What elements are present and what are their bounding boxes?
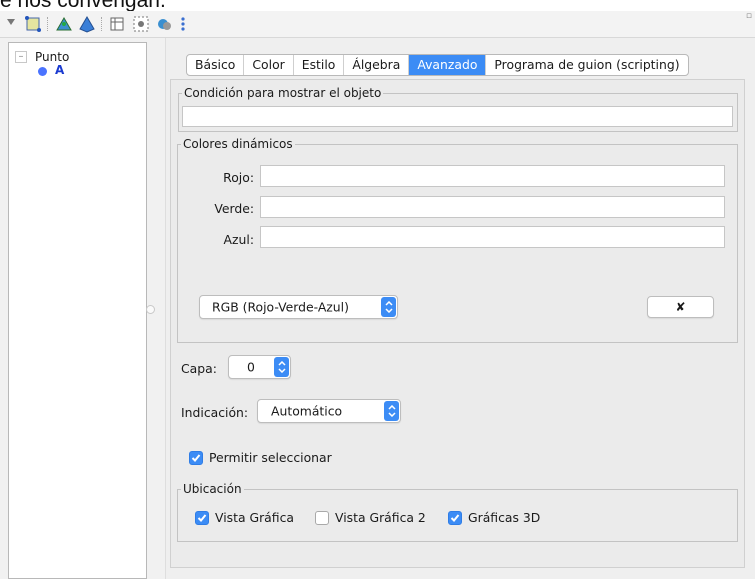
- point-capture-icon[interactable]: [132, 15, 150, 33]
- tree-group-label: Punto: [35, 50, 70, 64]
- red-input[interactable]: [260, 165, 725, 187]
- location-legend: Ubicación: [183, 482, 242, 496]
- layer-label: Capa:: [181, 361, 217, 376]
- tab-estilo[interactable]: Estilo: [294, 55, 345, 75]
- tab-scripting[interactable]: Programa de guion (scripting): [486, 55, 687, 75]
- tab-basico[interactable]: Básico: [187, 55, 245, 75]
- clear-x-icon: ✘: [675, 300, 686, 314]
- split-pane-handle[interactable]: [146, 305, 155, 314]
- checkmark-icon: [195, 510, 209, 525]
- expand-icon[interactable]: ▫: [746, 11, 752, 21]
- checkmark-icon: [189, 450, 203, 465]
- page-heading-fragment: e nos convengan.: [0, 0, 280, 11]
- blue-input[interactable]: [260, 226, 725, 248]
- tree-collapse-icon[interactable]: –: [15, 51, 27, 63]
- chevron-updown-icon: [381, 297, 396, 317]
- toolbar-separator: [101, 17, 103, 31]
- tab-algebra[interactable]: Álgebra: [344, 55, 410, 75]
- tree-item-label: A: [55, 63, 65, 77]
- polygon-tool-icon[interactable]: [55, 15, 73, 33]
- condition-input[interactable]: [182, 106, 733, 127]
- object-tree: – Punto A: [8, 42, 147, 579]
- more-options-icon[interactable]: [179, 15, 187, 33]
- allow-selection-label: Permitir seleccionar: [209, 450, 332, 465]
- style-tool-icon[interactable]: [155, 15, 173, 33]
- layer-value: 0: [247, 359, 255, 375]
- clear-colors-button[interactable]: ✘: [647, 296, 714, 318]
- panel-divider: [165, 38, 166, 579]
- toolbar-separator: [47, 17, 49, 31]
- dynamic-colors-legend: Colores dinámicos: [183, 137, 293, 151]
- allow-selection-checkbox[interactable]: Permitir seleccionar: [189, 450, 332, 465]
- tooltip-select[interactable]: Automático: [257, 399, 401, 423]
- graphics-view-2-label: Vista Gráfica 2: [335, 510, 426, 525]
- red-label: Rojo:: [223, 170, 254, 185]
- graphics-3d-checkbox[interactable]: Gráficas 3D: [448, 510, 540, 525]
- tooltip-value: Automático: [271, 403, 343, 419]
- chevron-updown-icon: [274, 357, 289, 377]
- green-input[interactable]: [260, 196, 725, 218]
- color-mode-value: RGB (Rojo-Verde-Azul): [212, 299, 349, 315]
- empty-checkbox-icon: [315, 510, 329, 525]
- tooltip-label: Indicación:: [181, 405, 249, 420]
- graphics-3d-label: Gráficas 3D: [468, 510, 541, 525]
- graphics-view-checkbox[interactable]: Vista Gráfica: [195, 510, 294, 525]
- toolbar: ▫: [0, 11, 755, 38]
- graphics-view-2-checkbox[interactable]: Vista Gráfica 2: [315, 510, 426, 525]
- layer-select[interactable]: 0: [228, 355, 291, 379]
- point-color-icon: [38, 67, 47, 76]
- green-label: Verde:: [214, 201, 254, 216]
- condition-legend: Condición para mostrar el objeto: [184, 86, 382, 100]
- properties-tabs: Básico Color Estilo Álgebra Avanzado Pro…: [186, 54, 689, 76]
- table-view-icon[interactable]: [108, 15, 126, 33]
- checkmark-icon: [448, 510, 462, 525]
- graphics-view-label: Vista Gráfica: [215, 510, 294, 525]
- color-mode-select[interactable]: RGB (Rojo-Verde-Azul): [199, 295, 398, 319]
- blue-label: Azul:: [223, 232, 254, 247]
- move-tool-icon[interactable]: [24, 15, 42, 33]
- pyramid-tool-icon[interactable]: [78, 15, 96, 33]
- chevron-updown-icon: [384, 401, 399, 421]
- collapse-triangle-icon[interactable]: [6, 17, 16, 27]
- tab-color[interactable]: Color: [244, 55, 294, 75]
- tab-avanzado[interactable]: Avanzado: [409, 55, 487, 75]
